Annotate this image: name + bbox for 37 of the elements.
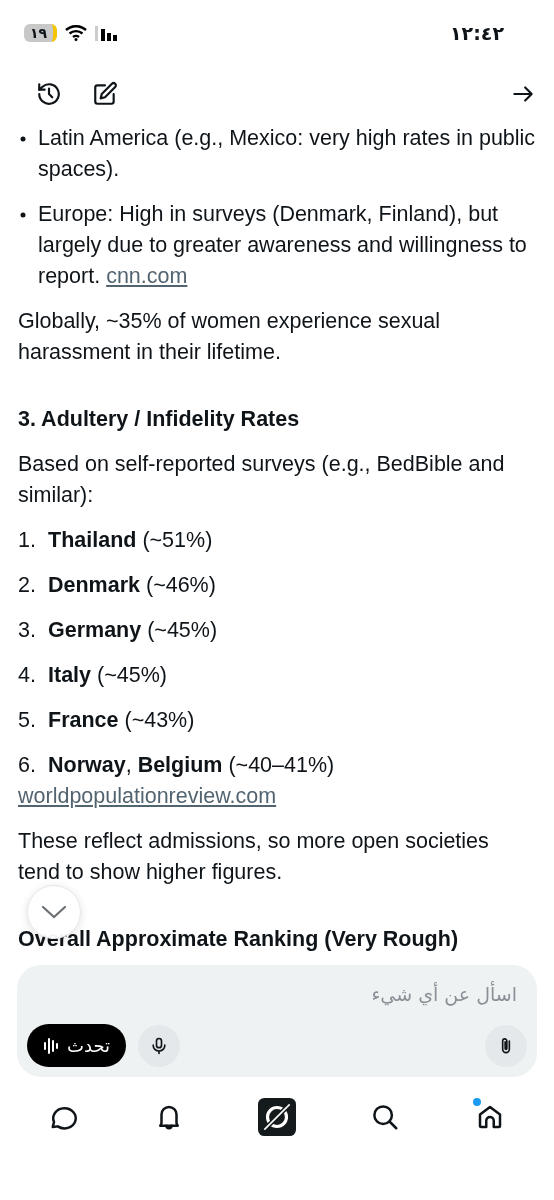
- bullet-icon: [20, 211, 26, 218]
- list-item-text: Germany (~45%): [48, 617, 219, 644]
- history-icon: [36, 81, 62, 107]
- paragraph-text: Based on self-reported surveys (e.g., BedBible and similar):: [18, 451, 506, 509]
- list-number: 1.: [18, 527, 37, 554]
- bullet-text: Europe: High in surveys (Denmark, Finland), but largely due to greater awareness and willingness to report. cnn.com: [38, 201, 528, 290]
- edit-button[interactable]: [92, 81, 118, 107]
- wifi-icon: [65, 24, 88, 41]
- section-heading: Overall Approximate Ranking (Very Rough): [18, 926, 460, 953]
- list-item-text: France (~43%): [48, 707, 196, 734]
- list-item-text: Denmark (~46%): [48, 572, 217, 599]
- talk-button[interactable]: تحدث: [27, 1024, 127, 1067]
- list-number: 6.: [18, 752, 37, 779]
- waveform-icon: [43, 1036, 59, 1055]
- section-heading: 3. Adultery / Infidelity Rates: [18, 406, 301, 433]
- attach-button[interactable]: [485, 1024, 527, 1067]
- battery-icon: ١٩: [24, 23, 58, 42]
- list-number: 3.: [18, 617, 37, 644]
- chevron-down-icon: [41, 905, 67, 919]
- edit-icon: [92, 81, 118, 107]
- paragraph-text: These reflect admissions, so more open societies tend to show higher figures.: [18, 828, 490, 886]
- source-link[interactable]: worldpopulationreview.com: [18, 781, 536, 812]
- source-link[interactable]: cnn.com: [106, 264, 188, 288]
- status-time: ١٢:٤٢: [450, 21, 504, 44]
- list-item-text: Norway, Belgium (~40–41%): [48, 752, 336, 779]
- bullet-icon: [20, 135, 26, 142]
- list-item-text: Italy (~45%): [48, 662, 168, 689]
- logo-icon: [257, 1098, 296, 1136]
- list-number: 5.: [18, 707, 37, 734]
- paragraph-text: Globally, ~35% of women experience sexual harassment in their lifetime.: [18, 308, 442, 366]
- history-button[interactable]: [36, 81, 62, 107]
- logo-tab[interactable]: [257, 1098, 296, 1136]
- list-number: 2.: [18, 572, 37, 599]
- list-item-text: Thailand (~51%): [48, 527, 214, 554]
- ask-input-field[interactable]: اسأل عن أي شيء تحدث: [17, 965, 537, 1077]
- bullet-text: Latin America (e.g., Mexico: very high rates in public spaces).: [38, 125, 536, 183]
- list-number: 4.: [18, 662, 37, 689]
